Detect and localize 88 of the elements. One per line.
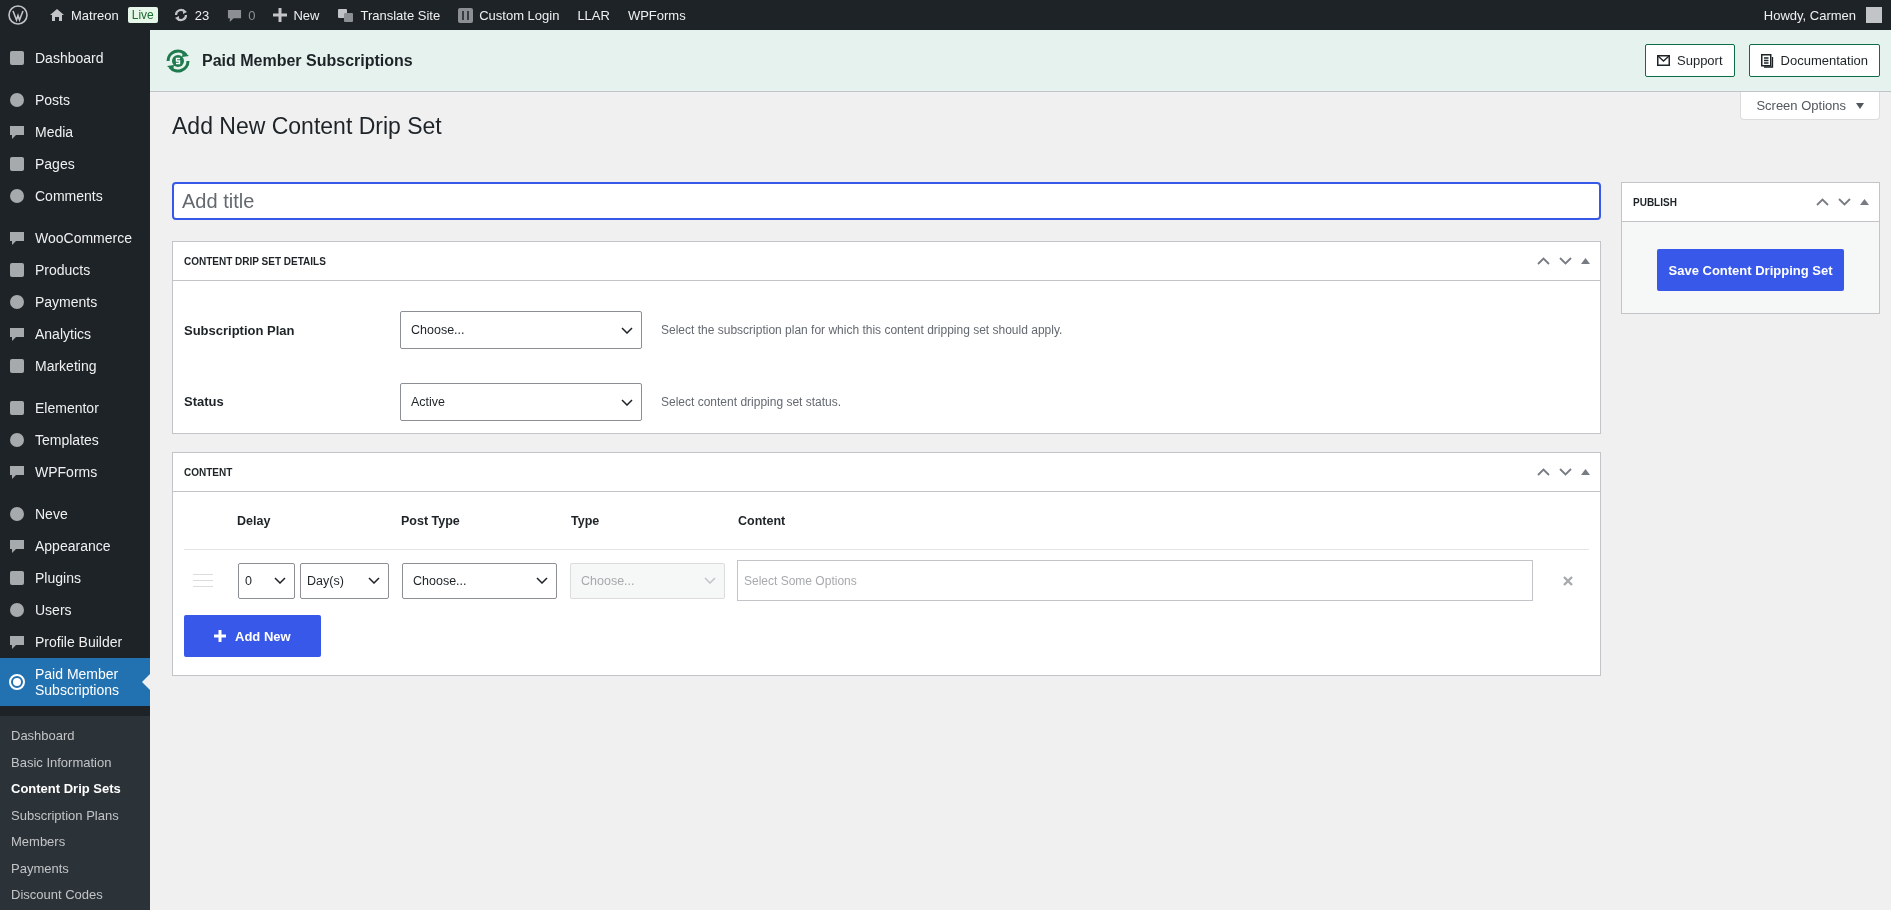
select-field[interactable]: Day(s) [300,562,389,599]
panel-title: PUBLISH [1633,196,1677,208]
select-field[interactable]: Choose... [400,311,642,349]
sidebar-item[interactable]: Comments [0,180,150,212]
collapse-icon[interactable] [1860,199,1869,205]
field-label: Status [184,393,225,411]
column-header: Content [738,513,786,528]
column-header: Delay [237,513,272,528]
column-header: Type [571,513,601,528]
sidebar-item[interactable]: Products [0,254,150,286]
drag-handle-icon[interactable] [193,574,213,587]
toolbar-link[interactable]: LLAR [568,7,619,23]
move-down-icon[interactable] [1559,257,1572,265]
sidebar-item[interactable]: WPForms [0,456,150,488]
collapse-icon[interactable] [1581,469,1590,475]
move-up-icon[interactable] [1537,468,1550,476]
home-icon [49,7,65,23]
comments-link[interactable]: 0 [218,7,265,23]
sidebar-item[interactable]: Plugins [0,562,150,594]
chevron-down-icon [274,577,286,584]
plus-icon [273,8,288,22]
move-up-icon[interactable] [1537,257,1550,265]
panel-title: CONTENT DRIP SET DETAILS [184,255,326,267]
comment-icon [227,7,243,23]
document-icon [1760,53,1774,68]
move-down-icon[interactable] [1838,198,1851,206]
select-field[interactable]: Choose... [402,562,557,599]
page-title: Add New Content Drip Set [172,113,442,141]
screen-options-tab[interactable]: Screen Options [1740,92,1880,120]
wordpress-logo-icon[interactable] [8,5,28,25]
sidebar-item[interactable]: Posts [0,84,150,116]
sidebar-item[interactable]: Dashboard [0,42,150,74]
plugin-title: Paid Member Subscriptions [202,51,413,70]
updates-link[interactable]: 23 [163,7,219,23]
multi-select-field[interactable]: Select Some Options [737,560,1533,601]
sidebar-item[interactable]: Neve [0,498,150,530]
add-new-button[interactable]: Add New [184,615,321,657]
submenu-item[interactable]: Content Drip Sets [0,776,150,803]
sidebar-item[interactable]: Profile Builder [0,626,150,658]
submenu-item[interactable]: Subscription Plans [0,802,150,829]
save-button[interactable]: Save Content Dripping Set [1656,249,1845,291]
translate-icon [337,7,355,23]
header-button[interactable]: Support [1645,44,1735,77]
envelope-icon [1657,55,1670,66]
submenu-item[interactable]: Payments [0,855,150,882]
sidebar-item[interactable]: Elementor [0,392,150,424]
account-link[interactable]: Howdy, Carmen [1754,7,1891,23]
chevron-down-icon [536,577,548,584]
title-field[interactable]: Add title [172,182,1601,220]
toolbar-link[interactable]: Translate Site [328,7,450,23]
move-down-icon[interactable] [1559,468,1572,476]
sidebar-item[interactable]: WooCommerce [0,222,150,254]
submenu-item[interactable]: Members [0,829,150,856]
sidebar-item[interactable]: Pages [0,148,150,180]
help-text: Select the subscription plan for which this content dripping set should apply. [661,323,1063,337]
chevron-down-icon [704,577,716,584]
toolbar-link[interactable]: Custom Login [449,7,569,23]
sidebar-item[interactable]: Payments [0,286,150,318]
sidebar-item[interactable]: Analytics [0,318,150,350]
help-text: Select content dripping set status. [661,394,842,411]
sidebar-item[interactable]: Paid Member Subscriptions [0,658,150,706]
select-field[interactable]: 0 [238,562,295,599]
chevron-down-icon [621,326,633,334]
submenu-item[interactable]: Basic Information [0,749,150,776]
field-label: Subscription Plan [184,322,296,338]
sidebar-item[interactable]: Users [0,594,150,626]
sidebar-item[interactable]: Appearance [0,530,150,562]
sidebar-item[interactable]: Media [0,116,150,148]
live-badge: Live [127,7,158,23]
submenu-item[interactable]: Discount Codes [0,882,150,909]
new-link[interactable]: New [264,7,329,23]
site-link[interactable]: Matreon [40,7,128,23]
plus-icon [214,630,226,642]
close-icon[interactable] [1563,575,1573,586]
sidebar-item[interactable]: Templates [0,424,150,456]
sidebar-item[interactable]: Marketing [0,350,150,382]
panel-title: CONTENT [184,466,233,478]
move-up-icon[interactable] [1816,198,1829,206]
column-header: Post Type [401,513,461,528]
collapse-icon[interactable] [1581,258,1590,264]
submenu-item[interactable]: Dashboard [0,723,150,750]
refresh-icon [172,7,189,23]
chevron-down-icon [368,577,380,584]
header-button[interactable]: Documentation [1748,44,1880,77]
toolbar-link[interactable]: WPForms [618,7,695,23]
select-field[interactable]: Active [400,383,642,421]
caret-icon [1856,102,1864,109]
chevron-down-icon [621,398,633,406]
